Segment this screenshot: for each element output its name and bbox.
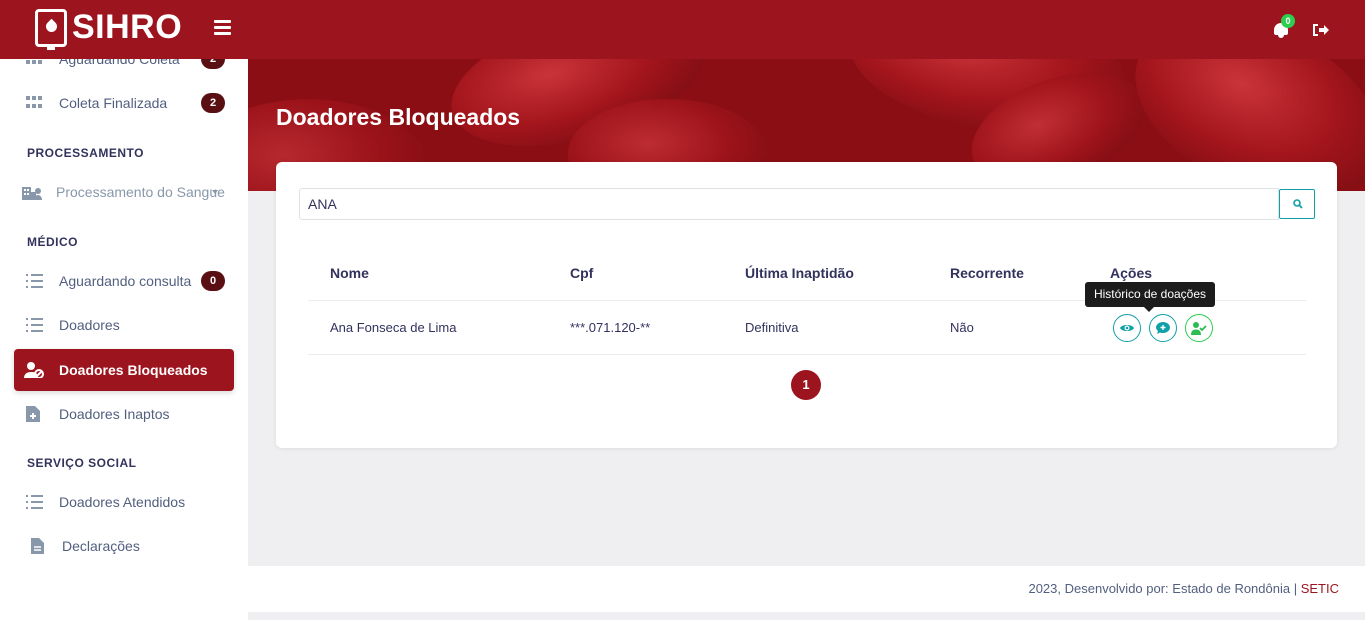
building-icon: [22, 187, 42, 200]
pagination-page-button[interactable]: 1: [791, 370, 821, 400]
caret-down-icon: [212, 190, 218, 194]
sidebar-item-label: Aguardando consulta: [59, 273, 192, 289]
setic-link[interactable]: SETIC: [1301, 581, 1339, 596]
app-logo[interactable]: SIHRO: [35, 8, 183, 50]
footer: 2023, Desenvolvido por: Estado de Rondôn…: [248, 566, 1365, 612]
column-header-acoes: Ações: [1110, 265, 1153, 281]
count-badge: 2: [201, 93, 225, 113]
unblock-donor-button[interactable]: [1185, 314, 1213, 342]
sidebar-item-processamento-sangue[interactable]: Processamento do Sangue: [14, 171, 234, 213]
cell-ultima-inaptidao: Definitiva: [745, 320, 799, 335]
column-header-nome: Nome: [330, 265, 369, 281]
sidebar-item-label: Declarações: [62, 538, 140, 554]
logo-text: SIHRO: [72, 8, 183, 46]
top-navbar: SIHRO 0: [0, 0, 1365, 59]
sidebar-item-doadores-inaptos[interactable]: Doadores Inaptos: [14, 393, 234, 435]
sidebar-item-coleta-finalizada[interactable]: Coleta Finalizada 2: [14, 82, 234, 124]
page-title: Doadores Bloqueados: [276, 104, 521, 130]
sidebar: Aguardando Coleta 2 Coleta Finalizada 2 …: [0, 49, 248, 620]
donation-history-button[interactable]: [1149, 314, 1177, 342]
menu-toggle-icon[interactable]: [214, 20, 231, 35]
comment-history-icon: [1156, 322, 1170, 334]
sidebar-item-doadores-atendidos[interactable]: Doadores Atendidos: [14, 481, 234, 523]
file-icon: [26, 406, 40, 422]
column-header-ultima-inaptidao: Última Inaptidão: [745, 265, 854, 281]
section-heading-processamento: PROCESSAMENTO: [27, 146, 144, 160]
list-icon: [26, 274, 43, 288]
table-divider: [308, 354, 1306, 355]
list-icon: [26, 495, 43, 509]
cell-recorrente: Não: [950, 320, 974, 335]
sidebar-item-declaracoes[interactable]: Declarações: [14, 525, 234, 567]
column-header-recorrente: Recorrente: [950, 265, 1024, 281]
action-tooltip: Histórico de doações: [1085, 282, 1215, 312]
user-check-icon: [1191, 322, 1207, 335]
search-input[interactable]: [299, 188, 1279, 220]
sidebar-item-label: Doadores Bloqueados: [59, 362, 208, 378]
logout-icon[interactable]: [1312, 22, 1330, 38]
search-icon: [1293, 199, 1303, 209]
eye-icon: [1120, 325, 1134, 331]
sidebar-item-aguardando-consulta[interactable]: Aguardando consulta 0: [14, 260, 234, 302]
document-icon: [31, 538, 44, 554]
grid-icon: [26, 96, 43, 110]
sidebar-item-label: Doadores Atendidos: [59, 494, 186, 510]
footer-text: 2023, Desenvolvido por: Estado de Rondôn…: [1028, 581, 1339, 596]
footer-credits: 2023, Desenvolvido por: Estado de Rondôn…: [1028, 581, 1301, 596]
section-heading-servico-social: SERVIÇO SOCIAL: [27, 456, 137, 470]
list-icon: [26, 318, 43, 332]
sidebar-item-doadores[interactable]: Doadores: [14, 304, 234, 346]
view-button[interactable]: [1113, 314, 1141, 342]
user-blocked-icon: [24, 362, 44, 378]
blood-drop-logo-icon: [35, 8, 67, 50]
sidebar-item-label: Processamento do Sangue: [56, 184, 225, 200]
sidebar-item-label: Doadores: [59, 317, 120, 333]
cell-nome: Ana Fonseca de Lima: [330, 320, 457, 335]
notification-count-badge: 0: [1281, 14, 1295, 28]
section-heading-medico: MÉDICO: [27, 235, 78, 249]
sidebar-item-label: Doadores Inaptos: [59, 406, 170, 422]
cell-cpf: ***.071.120-**: [570, 320, 651, 335]
sidebar-item-doadores-bloqueados[interactable]: Doadores Bloqueados: [14, 349, 234, 391]
sidebar-item-label: Coleta Finalizada: [59, 95, 168, 111]
content-card: Nome Cpf Última Inaptidão Recorrente Açõ…: [276, 162, 1337, 448]
count-badge: 0: [201, 271, 225, 291]
search-button[interactable]: [1279, 189, 1315, 219]
column-header-cpf: Cpf: [570, 265, 594, 281]
